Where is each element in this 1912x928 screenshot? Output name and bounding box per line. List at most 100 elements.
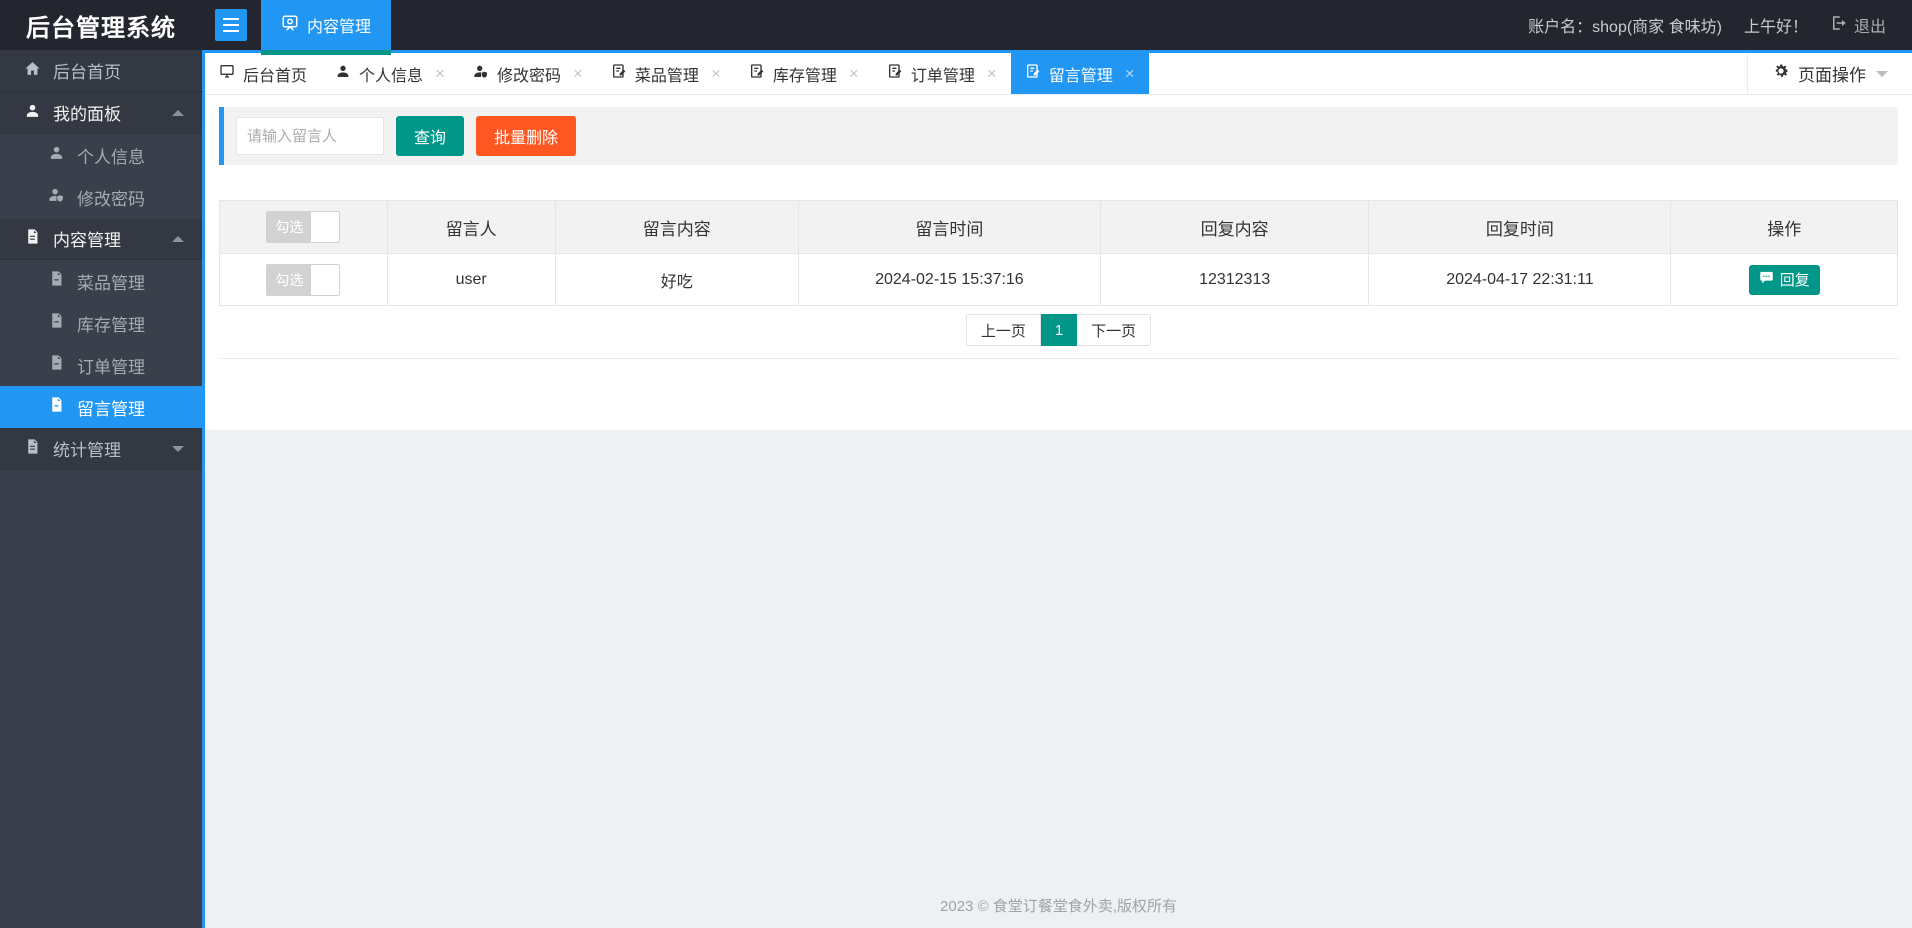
doc-edit-icon [1025,63,1041,84]
document-icon [48,270,65,292]
cell-user: user [386,253,556,306]
row-select-cell: 勾选 [219,253,388,306]
tab-home[interactable]: 后台首页 [205,53,321,94]
sidebar-item-label: 后台首页 [53,63,121,82]
tab-dish-management[interactable]: 菜品管理 [597,53,735,94]
close-icon[interactable] [711,65,721,82]
monitor-icon [219,63,235,84]
sidebar-item-label: 我的面板 [53,105,121,124]
logout-label: 退出 [1853,19,1886,36]
tab-label: 菜品管理 [634,67,699,85]
reply-button[interactable]: 回复 [1748,264,1820,295]
sidebar-item-my-panel[interactable]: 我的面板 [0,92,202,134]
sidebar-item-label: 内容管理 [53,231,121,250]
column-header-reply-content: 回复内容 [1099,200,1370,254]
tab-bar: 后台首页 个人信息 修改密码 菜品管理 [205,50,1912,95]
close-icon[interactable] [987,65,997,82]
close-icon[interactable] [435,65,445,82]
sidebar-item-label: 留言管理 [77,399,145,419]
tab-order-management[interactable]: 订单管理 [873,53,1011,94]
column-header-content: 留言内容 [554,200,799,254]
chat-bubble-icon [1759,270,1774,289]
sidebar-item-content-management[interactable]: 内容管理 [0,218,202,260]
page-operations-label: 页面操作 [1798,66,1866,85]
row-checkbox[interactable]: 勾选 [266,263,341,296]
batch-delete-button[interactable]: 批量删除 [476,116,577,156]
copyright-footer: 2023 © 食堂订餐堂食外卖,版权所有 [940,898,1177,915]
sidebar-item-label: 订单管理 [77,357,145,377]
close-icon[interactable] [849,65,859,82]
doc-edit-icon [611,63,627,84]
doc-edit-icon [749,63,765,84]
column-header-user: 留言人 [386,200,556,254]
sidebar-item-label: 修改密码 [77,189,145,209]
query-button[interactable]: 查询 [396,116,465,156]
logout-icon [1830,14,1848,37]
sidebar-item-message-management[interactable]: 留言管理 [0,386,202,428]
document-icon [48,354,65,376]
app-title: 后台管理系统 [26,14,176,42]
close-icon[interactable] [1125,65,1135,82]
page-background: 2023 © 食堂订餐堂食外卖,版权所有 [205,430,1912,928]
table-row: 勾选 user 好吃 2024-02-15 15:37:16 12312313 … [219,253,1898,306]
main-layout: 后台首页 我的面板 个人信息 修改密码 内容管理 菜品管理 库存管理 订单管理 … [0,50,1912,928]
tab-label: 订单管理 [910,67,975,85]
column-header-reply-time: 回复时间 [1368,200,1672,254]
doc-edit-icon [887,63,903,84]
sidebar-item-dish-management[interactable]: 菜品管理 [0,260,202,302]
menu-toggle-button[interactable] [215,9,247,41]
sidebar-item-label: 库存管理 [77,315,145,335]
tab-label: 库存管理 [772,67,837,85]
pagination-prev-button[interactable]: 上一页 [965,314,1041,346]
sidebar-item-inventory-management[interactable]: 库存管理 [0,302,202,344]
sidebar-item-order-management[interactable]: 订单管理 [0,344,202,386]
page-operations-dropdown[interactable]: 页面操作 [1747,53,1912,94]
cell-reply-time: 2024-04-17 22:31:11 [1368,253,1672,306]
user-icon [48,144,65,166]
tab-change-password[interactable]: 修改密码 [459,53,597,94]
column-header-actions: 操作 [1670,200,1898,254]
cell-time: 2024-02-15 15:37:16 [797,253,1101,306]
sidebar-item-label: 个人信息 [77,147,145,167]
sidebar-item-change-password[interactable]: 修改密码 [0,176,202,218]
tab-personal-info[interactable]: 个人信息 [321,53,459,94]
message-management-page: 查询 批量删除 勾选 [205,95,1912,430]
pagination-next-button[interactable]: 下一页 [1077,314,1152,346]
cell-actions: 回复 [1670,253,1898,306]
chevron-down-icon [172,445,184,452]
tab-label: 后台首页 [243,67,308,85]
search-input[interactable] [236,117,384,155]
logout-button[interactable]: 退出 [1830,13,1886,37]
tab-label: 个人信息 [359,67,424,85]
user-shield-icon [473,63,489,84]
select-all-checkbox[interactable]: 勾选 [266,211,341,243]
close-icon[interactable] [573,65,583,82]
sidebar-item-label: 统计管理 [53,441,121,460]
chevron-down-icon [1876,70,1888,77]
tab-message-management[interactable]: 留言管理 [1010,53,1149,94]
sidebar-item-statistics-management[interactable]: 统计管理 [0,428,202,470]
reply-button-label: 回复 [1779,272,1810,289]
chevron-up-icon [172,109,184,116]
document-icon [48,396,65,418]
checkbox-box [311,212,340,242]
chat-book-icon [281,14,299,37]
tabbar-spacer [1149,53,1747,94]
cell-content: 好吃 [554,253,799,306]
sidebar-item-personal-info[interactable]: 个人信息 [0,134,202,176]
pagination-current-page[interactable]: 1 [1040,314,1078,346]
checkbox-label: 勾选 [267,264,312,295]
document-icon [24,438,41,460]
checkbox-box [311,264,340,295]
column-header-time: 留言时间 [797,200,1101,254]
account-name: 账户名：shop(商家 食味坊) [1528,19,1722,36]
sidebar: 后台首页 我的面板 个人信息 修改密码 内容管理 菜品管理 库存管理 订单管理 … [0,50,205,928]
sidebar-item-home[interactable]: 后台首页 [0,50,202,92]
table-header-row: 勾选 留言人 留言内容 留言时间 回复内容 回复时间 操作 [219,200,1898,254]
admin-app: 后台管理系统 内容管理 账户名：shop(商家 食味坊) 上午好！ 退出 后台首… [0,0,1912,928]
topnav-content-management[interactable]: 内容管理 [261,0,392,55]
tab-inventory-management[interactable]: 库存管理 [735,53,873,94]
user-icon [335,63,351,84]
header-account-area: 账户名：shop(商家 食味坊) 上午好！ 退出 [1528,13,1912,37]
top-header: 后台管理系统 内容管理 账户名：shop(商家 食味坊) 上午好！ 退出 [0,0,1912,55]
